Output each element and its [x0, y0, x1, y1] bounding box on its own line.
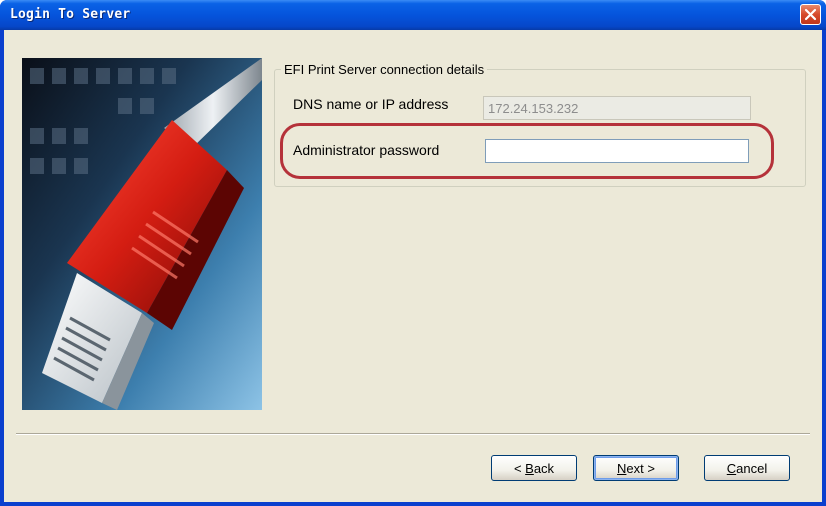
back-label: ack [533, 460, 555, 476]
network-cable-plug-illustration [22, 58, 262, 410]
close-button[interactable] [800, 4, 821, 25]
next-button[interactable]: Next > [593, 455, 679, 481]
next-label: ext > [626, 460, 655, 476]
dns-ip-field[interactable] [483, 96, 751, 120]
button-divider [16, 433, 810, 435]
cancel-label: ancel [736, 460, 768, 476]
next-mnemonic: N [617, 460, 627, 476]
window-title: Login To Server [10, 7, 131, 22]
back-button[interactable]: < Back [491, 455, 577, 481]
login-dialog: Login To Server EFI Print Server connect… [0, 0, 826, 506]
group-legend: EFI Print Server connection details [284, 62, 485, 77]
back-mnemonic: B [525, 460, 534, 476]
back-arrow-text: < [513, 460, 526, 476]
cancel-button[interactable]: Cancel [704, 455, 790, 481]
dialog-body: EFI Print Server connection details DNS … [4, 30, 822, 502]
cancel-mnemonic: C [726, 460, 737, 476]
close-x-icon [804, 8, 817, 21]
dns-label: DNS name or IP address [293, 96, 449, 112]
title-bar[interactable]: Login To Server [0, 0, 826, 30]
password-highlight-ring [280, 123, 774, 179]
